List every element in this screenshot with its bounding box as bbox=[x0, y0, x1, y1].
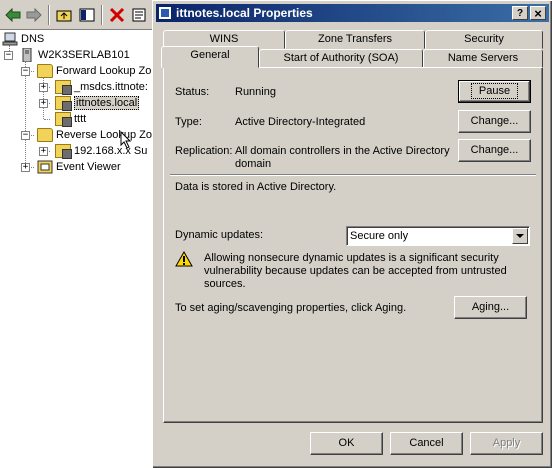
tab-name-servers[interactable]: Name Servers bbox=[423, 49, 543, 68]
cancel-button[interactable]: Cancel bbox=[390, 432, 463, 455]
forward-arrow-icon[interactable] bbox=[24, 5, 44, 25]
tab-general[interactable]: General bbox=[161, 46, 259, 68]
tree-label-tttt: tttt bbox=[74, 113, 87, 125]
general-tab-panel: Status: Running Pause Type: Active Direc… bbox=[163, 67, 543, 423]
dynamic-updates-value: Secure only bbox=[350, 230, 409, 242]
replication-value-line2: domain bbox=[235, 158, 272, 170]
dns-icon bbox=[2, 32, 18, 46]
tree-item-reverse-lookup[interactable]: Reverse Lookup Zo bbox=[37, 127, 152, 143]
expand-msdcs-expander[interactable]: + bbox=[39, 83, 48, 92]
tree-item-msdcs[interactable]: _msdcs.ittnote: bbox=[55, 79, 148, 95]
tree-label-msdcs: _msdcs.ittnote: bbox=[74, 81, 148, 93]
console-tree: DNS − W2K3SERLAB101 − Forward Lookup Zo … bbox=[0, 31, 152, 468]
dynamic-updates-label: Dynamic updates: bbox=[175, 229, 264, 241]
tree-item-event-viewer[interactable]: Event Viewer bbox=[37, 159, 121, 175]
collapse-forward-expander[interactable]: − bbox=[21, 67, 30, 76]
collapse-server-expander[interactable]: − bbox=[4, 51, 13, 60]
delete-icon[interactable] bbox=[107, 5, 127, 25]
tree-label-forward-lookup: Forward Lookup Zo bbox=[56, 65, 152, 77]
pause-button-label: Pause bbox=[470, 83, 519, 99]
folder-icon bbox=[37, 128, 53, 142]
aging-button[interactable]: Aging... bbox=[454, 296, 527, 319]
close-button[interactable]: × bbox=[530, 6, 546, 21]
properties-dialog: ittnotes.local Properties ? × WINS Zone … bbox=[152, 0, 552, 468]
properties-icon[interactable] bbox=[130, 5, 150, 25]
status-label: Status: bbox=[175, 86, 210, 98]
up-folder-icon[interactable] bbox=[54, 5, 74, 25]
tab-security[interactable]: Security bbox=[425, 30, 543, 49]
show-hide-tree-icon[interactable] bbox=[77, 5, 97, 25]
tree-item-reverse-zone[interactable]: 192.168.x.x Su bbox=[55, 143, 147, 159]
data-stored-text: Data is stored in Active Directory. bbox=[175, 181, 337, 193]
tree-item-ittnotes[interactable]: ittnotes.local bbox=[55, 95, 140, 111]
tree-label-reverse-zone: 192.168.x.x Su bbox=[74, 145, 148, 157]
help-button[interactable]: ? bbox=[512, 6, 528, 20]
expand-ittnotes-expander[interactable]: + bbox=[39, 99, 48, 108]
dropdown-arrow-icon[interactable] bbox=[512, 228, 528, 244]
warning-text-line1: Allowing nonsecure dynamic updates is a … bbox=[204, 252, 499, 264]
type-label: Type: bbox=[175, 116, 202, 128]
expand-reverse-zone-expander[interactable]: + bbox=[39, 147, 48, 156]
ok-button[interactable]: OK bbox=[310, 432, 383, 455]
warning-text-line2: vulnerability because updates can be acc… bbox=[204, 265, 507, 277]
aging-text: To set aging/scavenging properties, clic… bbox=[175, 302, 407, 314]
pause-button[interactable]: Pause bbox=[458, 80, 531, 103]
type-value: Active Directory-Integrated bbox=[235, 116, 366, 128]
folder-icon bbox=[37, 64, 53, 78]
zone-icon bbox=[55, 144, 72, 159]
status-value: Running bbox=[235, 86, 276, 98]
warning-icon bbox=[175, 250, 193, 270]
apply-button[interactable]: Apply bbox=[470, 432, 543, 455]
tree-item-dns[interactable]: DNS bbox=[2, 31, 44, 47]
back-arrow-icon[interactable] bbox=[3, 5, 23, 25]
tree-label-ittnotes: ittnotes.local bbox=[74, 96, 140, 110]
expand-event-viewer-expander[interactable]: + bbox=[21, 163, 30, 172]
tree-label-event-viewer: Event Viewer bbox=[56, 161, 121, 173]
tree-label-dns: DNS bbox=[21, 33, 45, 45]
tree-item-server[interactable]: W2K3SERLAB101 bbox=[19, 47, 130, 63]
event-viewer-icon bbox=[37, 160, 53, 174]
tree-item-tttt[interactable]: tttt bbox=[55, 111, 86, 127]
zone-properties-icon bbox=[158, 6, 172, 20]
tree-item-forward-lookup[interactable]: Forward Lookup Zo bbox=[37, 63, 151, 79]
zone-icon bbox=[55, 112, 72, 127]
zone-icon bbox=[55, 96, 72, 111]
tab-start-of-authority[interactable]: Start of Authority (SOA) bbox=[259, 49, 423, 68]
tree-label-server: W2K3SERLAB101 bbox=[38, 49, 130, 61]
mouse-cursor-icon bbox=[120, 130, 132, 152]
server-icon bbox=[19, 47, 35, 63]
replication-value-line1: All domain controllers in the Active Dir… bbox=[235, 145, 450, 157]
tab-zone-transfers[interactable]: Zone Transfers bbox=[285, 30, 425, 49]
separator bbox=[170, 174, 536, 176]
dialog-title: ittnotes.local Properties bbox=[176, 6, 313, 20]
tree-label-reverse-lookup: Reverse Lookup Zo bbox=[56, 129, 152, 141]
zone-icon bbox=[55, 80, 72, 95]
collapse-reverse-expander[interactable]: − bbox=[21, 131, 30, 140]
type-change-button[interactable]: Change... bbox=[458, 110, 531, 133]
replication-label: Replication: bbox=[175, 145, 233, 157]
replication-change-button[interactable]: Change... bbox=[458, 139, 531, 162]
mmc-toolbar bbox=[0, 0, 160, 30]
title-bar: ittnotes.local Properties ? × bbox=[156, 4, 549, 22]
warning-text-line3: sources. bbox=[204, 278, 246, 290]
dynamic-updates-select[interactable]: Secure only bbox=[346, 226, 530, 246]
